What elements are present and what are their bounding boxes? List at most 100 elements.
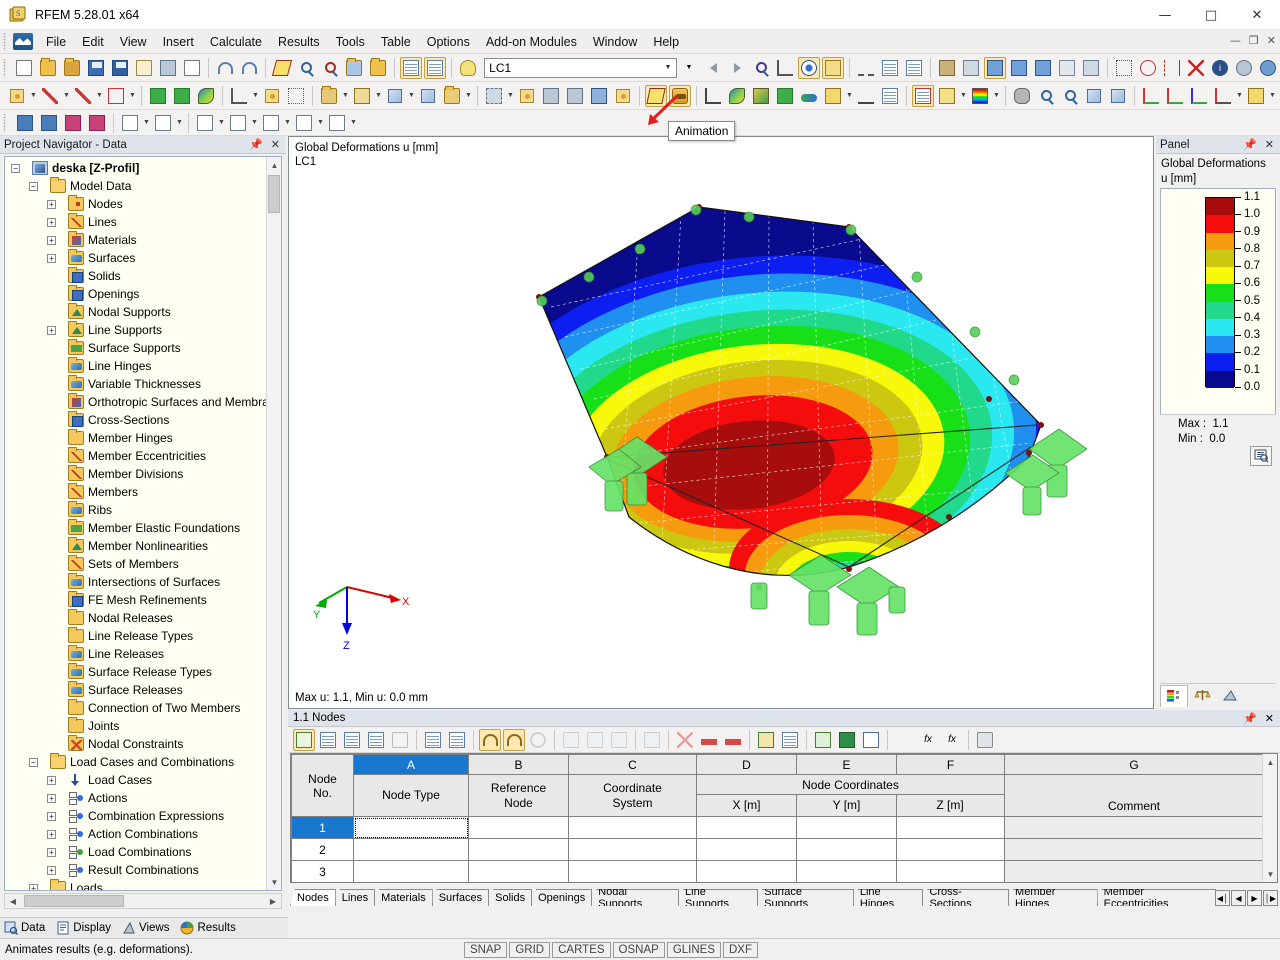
tree-item-nodal-supports[interactable]: Nodal Supports (5, 303, 268, 321)
menu-item-window[interactable]: Window (585, 32, 645, 52)
align-left-icon[interactable] (422, 729, 444, 751)
tree-item-result-combinations[interactable]: + Result Combinations (5, 861, 268, 879)
open-recent-icon[interactable] (61, 57, 83, 79)
expand-icon[interactable]: + (47, 847, 56, 857)
close-button[interactable]: ✕ (1234, 0, 1280, 30)
table-tab-solids[interactable]: Solids (488, 889, 533, 906)
load-case-selector[interactable]: LC1 ▼ (484, 57, 677, 78)
new-polygon-icon[interactable] (105, 85, 127, 107)
menu-item-tools[interactable]: Tools (328, 32, 373, 52)
perspective-icon[interactable] (1107, 85, 1129, 107)
table-row[interactable]: 3 (291, 860, 1264, 882)
collapse-icon[interactable]: − (29, 757, 38, 767)
mdi-restore-button[interactable]: ❐ (1249, 34, 1259, 47)
chart-table-icon[interactable] (860, 729, 882, 751)
cell-G1[interactable] (1004, 816, 1264, 839)
tree-item-surface-supports[interactable]: Surface Supports (5, 339, 268, 357)
tree-item-member-divisions[interactable]: Member Divisions (5, 465, 268, 483)
bottom-tab-views[interactable]: Views (118, 919, 176, 938)
grid-scroll-up-icon[interactable]: ▲ (1263, 754, 1277, 770)
new-surface-load-dropdown-icon[interactable]: ▼ (341, 85, 350, 107)
delete-cross-icon[interactable] (1185, 57, 1207, 79)
tab-prev-button[interactable]: ◀ (1231, 890, 1246, 906)
project-objects-icon[interactable] (588, 85, 610, 107)
tree-item-loads[interactable]: + Loads (5, 879, 268, 890)
formula-icon[interactable] (893, 729, 915, 751)
expand-icon[interactable]: + (47, 253, 56, 263)
tab-next-button[interactable]: ▶ (1247, 890, 1262, 906)
tree-item-action-combinations[interactable]: + Action Combinations (5, 825, 268, 843)
new-eccentricity-icon[interactable] (261, 85, 283, 107)
scroll-down-icon[interactable]: ▼ (267, 874, 281, 890)
tree-item-line-release-types[interactable]: Line Release Types (5, 627, 268, 645)
support-down-icon[interactable] (14, 112, 36, 134)
cell-A1[interactable] (353, 816, 469, 839)
tree-item-lines[interactable]: + Lines (5, 213, 268, 231)
info-table-icon[interactable] (608, 729, 630, 751)
load-case-dropdown-icon[interactable]: ▼ (678, 57, 700, 79)
menu-item-table[interactable]: Table (373, 32, 419, 52)
view-y-icon[interactable] (1164, 85, 1186, 107)
new-line-support-icon[interactable] (171, 85, 193, 107)
section-cut-icon[interactable] (855, 85, 877, 107)
new-surface-icon[interactable] (195, 85, 217, 107)
table-tab-lines[interactable]: Lines (334, 889, 376, 906)
axis-icon[interactable] (702, 85, 724, 107)
load-up-icon[interactable] (86, 112, 108, 134)
magic-wand-dropdown-icon[interactable]: ▼ (959, 85, 968, 107)
refresh-icon[interactable] (527, 729, 549, 751)
rotate-icon[interactable] (1137, 57, 1159, 79)
menu-item-add-on-modules[interactable]: Add-on Modules (478, 32, 585, 52)
render-model-icon[interactable] (271, 57, 293, 79)
tree-horizontal-scrollbar[interactable]: ◀ ▶ (4, 893, 282, 909)
zoom-out-icon[interactable] (1059, 85, 1081, 107)
close-icon[interactable]: ✕ (1265, 138, 1274, 151)
render-mode-icon[interactable] (1245, 85, 1267, 107)
tree-item-variable-thicknesses[interactable]: Variable Thicknesses (5, 375, 268, 393)
table-tab-line-supports[interactable]: Line Supports (678, 889, 759, 906)
section-icon[interactable] (798, 85, 820, 107)
menu-gripper[interactable] (2, 32, 10, 51)
cell-C1[interactable] (568, 816, 697, 839)
table-view-icon[interactable] (400, 56, 423, 79)
status-toggle-snap[interactable]: SNAP (464, 942, 508, 958)
dim-2-dropdown-icon[interactable]: ▼ (250, 112, 259, 134)
menu-item-insert[interactable]: Insert (155, 32, 202, 52)
validate-icon[interactable] (389, 729, 411, 751)
dim-5-dropdown-icon[interactable]: ▼ (349, 112, 358, 134)
mdi-close-button[interactable]: ✕ (1267, 34, 1276, 47)
nodes-grid[interactable]: Node No. A B C D E F G Node Type Reference Node Coor… (290, 753, 1278, 883)
surface-result-3-icon[interactable] (1032, 57, 1054, 79)
new-polygon-dropdown-icon[interactable]: ▼ (128, 85, 137, 107)
new-line-icon[interactable] (39, 85, 61, 107)
view-z-icon[interactable] (1188, 85, 1210, 107)
new-node-icon[interactable] (6, 85, 28, 107)
table-tab-cross-sections[interactable]: Cross-Sections (922, 889, 1010, 906)
mirror-icon[interactable] (1161, 57, 1183, 79)
grid-vertical-scrollbar[interactable]: ▲ ▼ (1262, 754, 1277, 882)
surface-result-2-icon[interactable] (1008, 57, 1030, 79)
table-tab-nodes[interactable]: Nodes (290, 889, 336, 906)
pin-icon[interactable]: 📌 (1243, 712, 1257, 725)
cell-C2[interactable] (568, 838, 697, 861)
mouse-icon[interactable] (1011, 85, 1033, 107)
cell-A2[interactable] (353, 838, 469, 861)
menu-item-edit[interactable]: Edit (74, 32, 112, 52)
dim-3-icon[interactable] (260, 112, 282, 134)
coord-rel-dropdown-icon[interactable]: ▼ (175, 112, 184, 134)
tree-item-fe-mesh-refinements[interactable]: FE Mesh Refinements (5, 591, 268, 609)
cell-D1[interactable] (696, 816, 797, 839)
tree-item-member-eccentricities[interactable]: Member Eccentricities (5, 447, 268, 465)
new-document-icon[interactable] (13, 57, 35, 79)
cube-results-icon[interactable] (750, 85, 772, 107)
tree-item-deska-z-profil[interactable]: − deska [Z-Profil] (5, 159, 268, 177)
status-toggle-glines[interactable]: GLINES (666, 942, 721, 958)
redo-table-icon[interactable] (503, 728, 525, 751)
magic-wand-icon[interactable] (936, 85, 958, 107)
printout-report-icon[interactable] (879, 57, 901, 79)
print-icon[interactable] (157, 57, 179, 79)
cell-B1[interactable] (468, 816, 569, 839)
tiles-icon[interactable] (822, 85, 844, 107)
zoom-detail-icon[interactable] (319, 57, 341, 79)
table-row[interactable]: 2 (291, 838, 1264, 861)
